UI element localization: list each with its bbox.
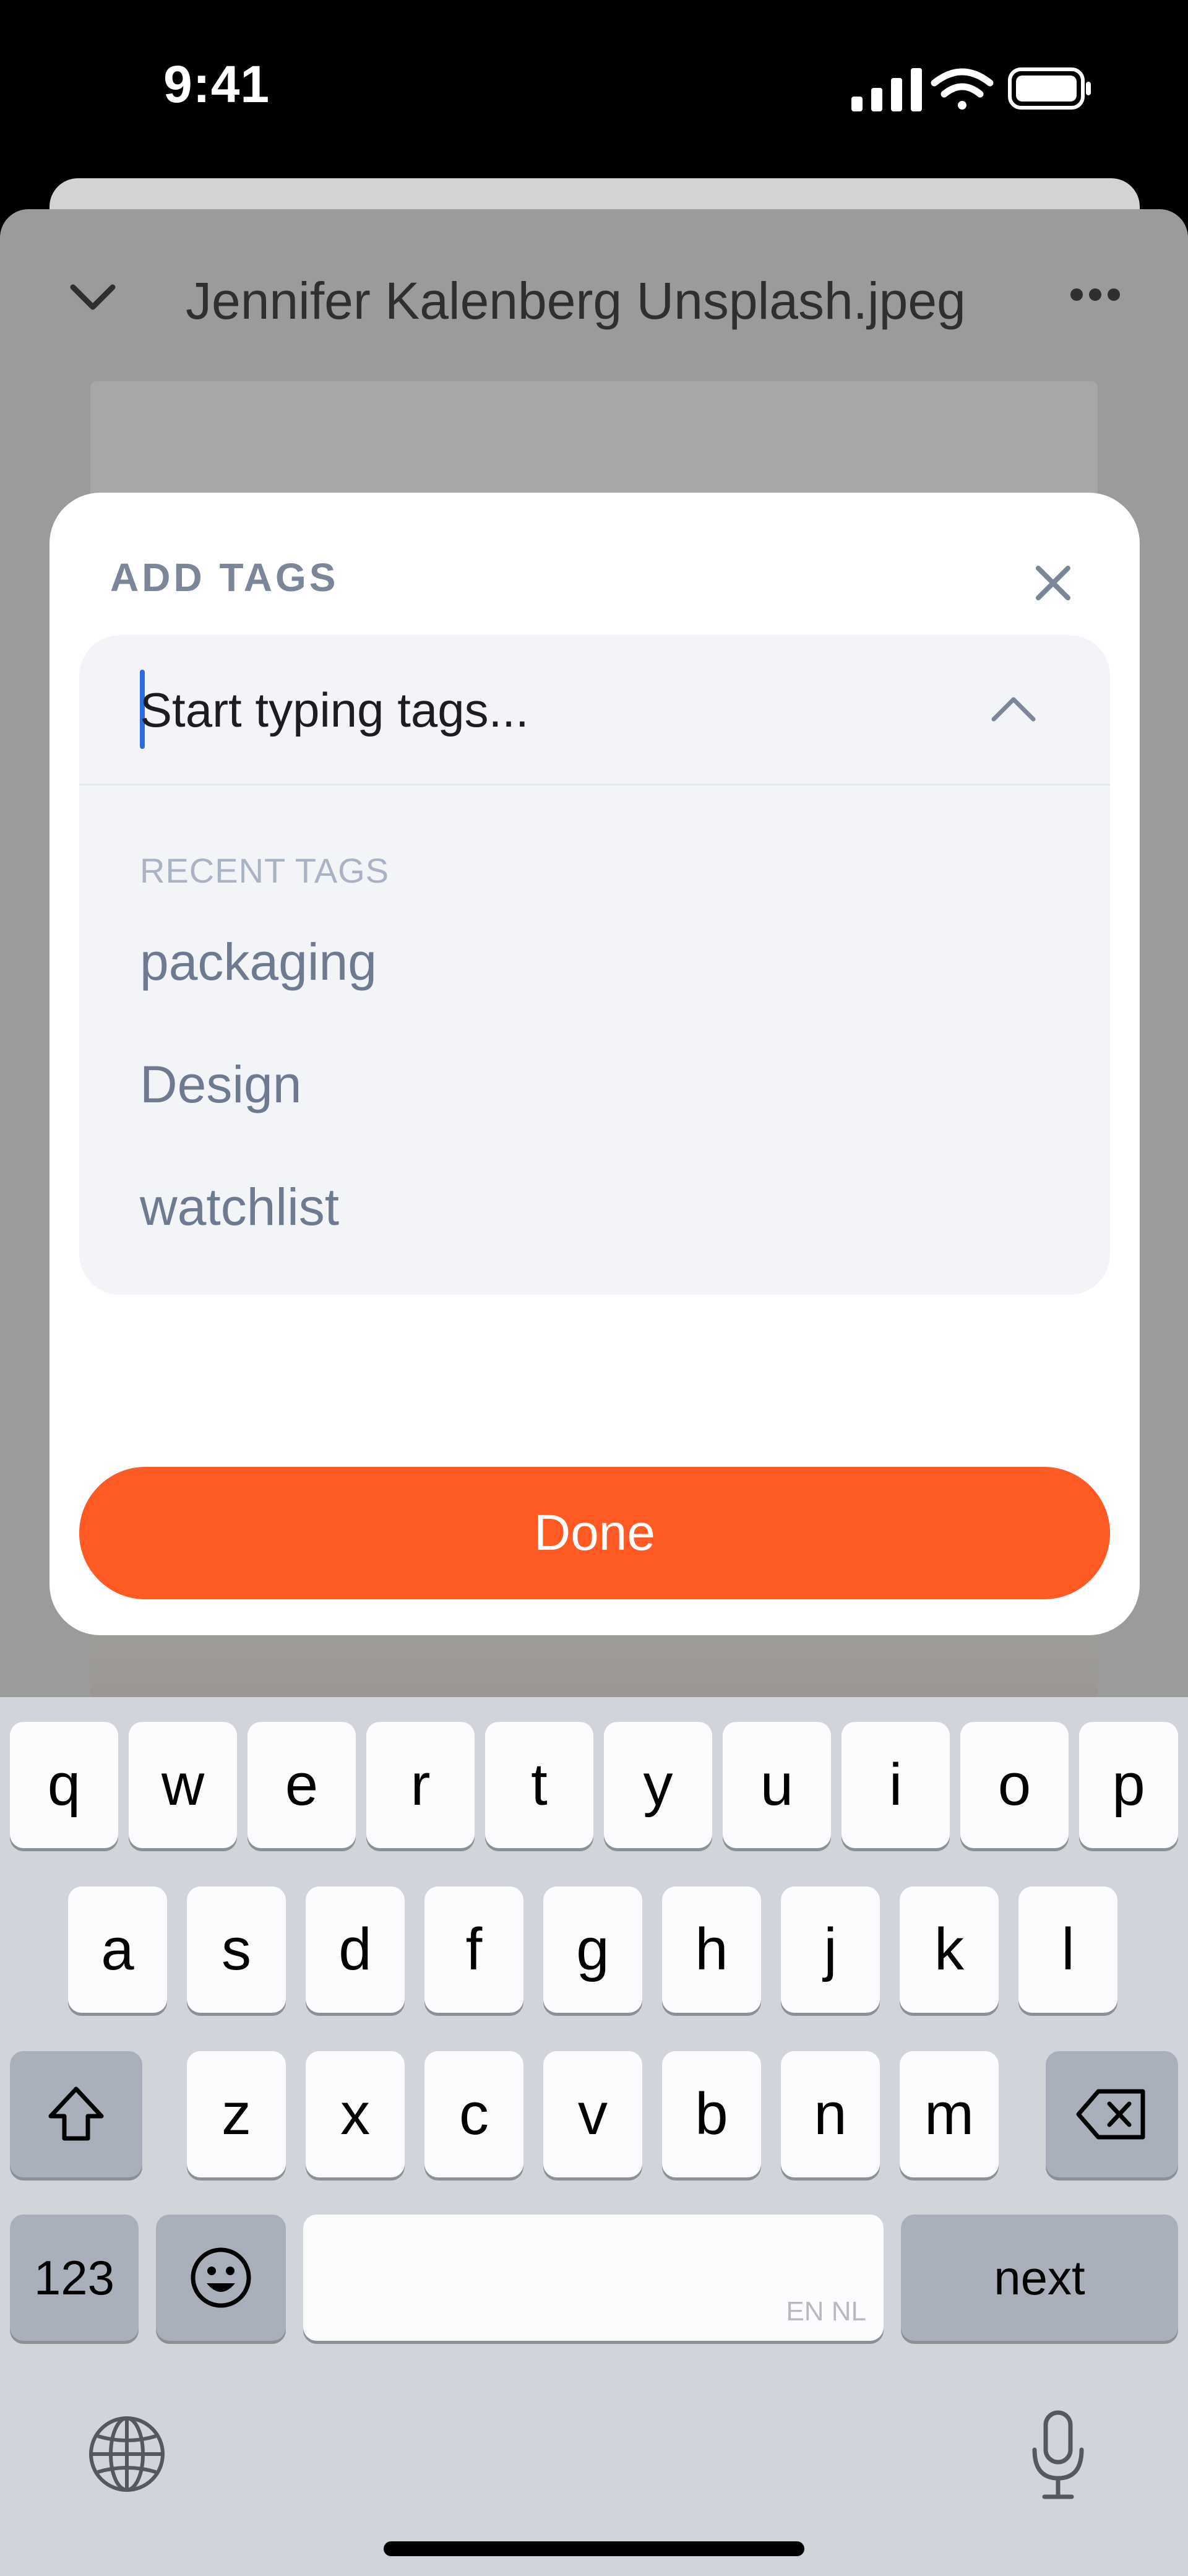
modal-title: ADD TAGS (110, 555, 339, 600)
key-k[interactable]: k (900, 1887, 999, 2013)
numbers-key[interactable]: 123 (10, 2215, 139, 2341)
tag-dropdown-panel: Start typing tags... RECENT TAGS packagi… (79, 635, 1110, 1295)
globe-icon[interactable] (87, 2414, 167, 2494)
key-n[interactable]: n (781, 2051, 880, 2177)
chevron-down-icon[interactable] (68, 272, 118, 322)
status-bar: 9:41 (0, 0, 1188, 179)
emoji-icon (191, 2247, 251, 2308)
wifi-icon (931, 68, 994, 110)
on-screen-keyboard: q w e r t y u i o p a s d f g h j k l z … (0, 1697, 1188, 2576)
ellipsis-icon[interactable] (1064, 276, 1126, 313)
close-icon[interactable] (1028, 558, 1078, 608)
space-key[interactable]: EN NL (303, 2215, 884, 2341)
key-g[interactable]: g (543, 1887, 642, 2013)
tag-input-placeholder[interactable]: Start typing tags... (140, 682, 529, 738)
key-v[interactable]: v (543, 2051, 642, 2177)
key-d[interactable]: d (306, 1887, 405, 2013)
key-l[interactable]: l (1018, 1887, 1117, 2013)
recent-tags-heading: RECENT TAGS (140, 851, 390, 890)
key-b[interactable]: b (662, 2051, 761, 2177)
done-button[interactable]: Done (79, 1467, 1110, 1599)
key-m[interactable]: m (900, 2051, 999, 2177)
key-s[interactable]: s (187, 1887, 286, 2013)
chevron-up-icon[interactable] (983, 678, 1044, 740)
key-y[interactable]: y (604, 1722, 712, 1848)
status-icons (848, 64, 1095, 114)
battery-icon (1008, 67, 1091, 110)
shift-key[interactable] (10, 2051, 142, 2177)
microphone-icon[interactable] (1027, 2409, 1089, 2502)
add-tags-modal: ADD TAGS Start typing tags... RECENT TAG… (50, 493, 1140, 1635)
key-c[interactable]: c (424, 2051, 523, 2177)
key-w[interactable]: w (129, 1722, 237, 1848)
key-r[interactable]: r (366, 1722, 475, 1848)
recent-tag-item[interactable]: packaging (140, 932, 377, 992)
key-x[interactable]: x (306, 2051, 405, 2177)
key-h[interactable]: h (662, 1887, 761, 2013)
recent-tag-item[interactable]: watchlist (140, 1177, 339, 1237)
status-time: 9:41 (163, 55, 270, 113)
key-p[interactable]: p (1079, 1722, 1178, 1848)
home-indicator[interactable] (384, 2541, 804, 2556)
next-key[interactable]: next (901, 2215, 1178, 2341)
key-t[interactable]: t (485, 1722, 593, 1848)
key-f[interactable]: f (424, 1887, 523, 2013)
key-z[interactable]: z (187, 2051, 286, 2177)
cellular-signal-icon (851, 68, 922, 111)
backspace-icon (1076, 2089, 1145, 2140)
recent-tag-item[interactable]: Design (140, 1055, 301, 1115)
key-q[interactable]: q (10, 1722, 118, 1848)
key-e[interactable]: e (248, 1722, 356, 1848)
file-title: Jennifer Kalenberg Unsplash.jpeg (186, 272, 966, 330)
shift-icon (48, 2086, 104, 2141)
tag-input-field[interactable]: Start typing tags... (79, 635, 1110, 785)
key-o[interactable]: o (960, 1722, 1069, 1848)
emoji-key[interactable] (156, 2215, 286, 2341)
key-i[interactable]: i (842, 1722, 950, 1848)
key-u[interactable]: u (723, 1722, 831, 1848)
keyboard-language-label: EN NL (786, 2296, 866, 2327)
delete-key[interactable] (1046, 2051, 1178, 2177)
key-j[interactable]: j (781, 1887, 880, 2013)
key-a[interactable]: a (68, 1887, 167, 2013)
